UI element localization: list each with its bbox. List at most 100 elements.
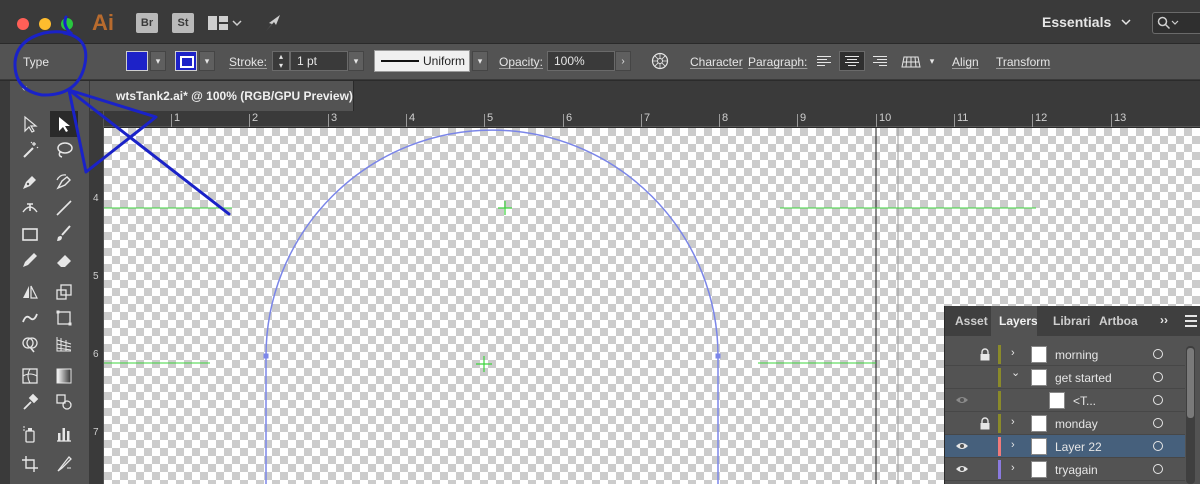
profile-dropdown[interactable]: ▾ [472, 51, 488, 71]
align-left-button[interactable] [812, 51, 838, 71]
eyedropper-tool[interactable] [16, 389, 44, 415]
warp-tool[interactable] [16, 305, 44, 331]
tab-libraries[interactable]: Librari [1045, 306, 1091, 336]
layers-scrollbar[interactable] [1186, 346, 1195, 484]
paragraph-panel-link[interactable]: Paragraph: [748, 55, 807, 69]
layer-row[interactable]: › tryagain [945, 458, 1185, 481]
layer-row[interactable]: › Layer 22 [945, 435, 1185, 458]
tab-layers[interactable]: Layers [991, 306, 1037, 336]
direct-selection-tool[interactable] [50, 111, 78, 137]
stroke-weight-dropdown[interactable]: ▾ [348, 51, 364, 71]
layer-target-circle[interactable] [1153, 464, 1163, 474]
tools-collapse-button[interactable]: « [22, 83, 28, 94]
window-minimize-button[interactable] [39, 18, 51, 30]
layer-target-circle[interactable] [1153, 395, 1163, 405]
pen-tool[interactable] [16, 169, 44, 195]
chevron-right-icon[interactable]: › [1011, 347, 1015, 359]
vertical-ruler[interactable]: 4 5 6 7 [90, 111, 104, 484]
stroke-weight-field[interactable]: 1 pt [290, 51, 348, 71]
opacity-field[interactable]: 100% [547, 51, 615, 71]
anchor-point[interactable] [715, 353, 721, 359]
layer-row[interactable]: › morning [945, 343, 1185, 366]
panel-menu-button[interactable] [1185, 315, 1197, 327]
chevron-right-icon[interactable]: › [1011, 416, 1015, 428]
selection-tool[interactable] [16, 111, 44, 137]
scale-tool[interactable] [50, 279, 78, 305]
center-point-marker [476, 356, 492, 372]
reflect-tool[interactable] [16, 279, 44, 305]
variable-width-profile-select[interactable]: Uniform [374, 50, 470, 72]
layer-target-circle[interactable] [1153, 418, 1163, 428]
lock-icon[interactable] [979, 417, 991, 430]
layer-target-circle[interactable] [1153, 349, 1163, 359]
ruler-tick-label: 7 [644, 112, 651, 124]
perspective-grid-button[interactable] [901, 52, 921, 72]
chevron-down-icon[interactable]: ⌄ [1011, 366, 1020, 379]
fill-dropdown[interactable]: ▾ [150, 51, 166, 71]
shaper-tool[interactable] [16, 247, 44, 273]
stroke-panel-link[interactable]: Stroke: [229, 55, 267, 69]
gradient-tool[interactable] [50, 363, 78, 389]
lock-icon[interactable] [979, 348, 991, 361]
line-segment-tool[interactable] [50, 195, 78, 221]
search-input[interactable] [1152, 12, 1200, 34]
chevron-right-icon[interactable]: › [1011, 462, 1015, 474]
shape-builder-tool[interactable] [16, 331, 44, 357]
stroke-weight-stepper[interactable]: ▴ ▾ [272, 51, 290, 71]
gpu-performance-button[interactable] [263, 12, 287, 34]
blend-tool[interactable] [50, 389, 78, 415]
mesh-tool[interactable] [16, 363, 44, 389]
panel-collapse-button[interactable]: ›› [1160, 313, 1168, 327]
eye-icon[interactable] [955, 440, 969, 452]
fill-color-swatch[interactable] [126, 51, 148, 71]
arch-path[interactable] [265, 129, 719, 484]
workspace-switcher[interactable]: Essentials [1042, 14, 1131, 30]
arrange-documents-button[interactable] [208, 14, 248, 32]
curvature-tool[interactable] [50, 169, 78, 195]
magic-wand-tool[interactable] [16, 137, 44, 163]
layer-target-circle[interactable] [1153, 372, 1163, 382]
stroke-color-swatch[interactable] [175, 51, 197, 71]
spray-can-icon [23, 426, 35, 443]
tab-artboards[interactable]: Artboa [1091, 306, 1141, 336]
layer-row[interactable]: ⌄ get started [945, 366, 1185, 389]
rectangle-tool[interactable] [16, 221, 44, 247]
horizontal-ruler[interactable]: 1 2 3 4 5 6 7 8 9 10 11 12 13 [104, 111, 1200, 127]
layer-row[interactable]: › monday [945, 412, 1185, 435]
character-panel-link[interactable]: Character [690, 55, 743, 69]
artboard-icon [22, 456, 38, 472]
perspective-grid-tool[interactable] [50, 331, 78, 357]
symbol-sprayer-tool[interactable] [16, 421, 44, 447]
tab-asset-export[interactable]: Asset [947, 306, 991, 336]
window-maximize-button[interactable] [61, 18, 73, 30]
lasso-tool[interactable] [50, 137, 78, 163]
anchor-point[interactable] [263, 353, 269, 359]
chevron-right-icon[interactable]: › [1011, 439, 1015, 451]
control-bar: Type ▾ ▾ Stroke: ▴ ▾ 1 pt ▾ Uniform ▾ Opa… [0, 44, 1200, 80]
chevron-down-icon [1121, 19, 1131, 26]
eye-icon[interactable] [955, 394, 969, 406]
eraser-tool[interactable] [50, 247, 78, 273]
stroke-color-dropdown[interactable]: ▾ [199, 51, 215, 71]
stock-button[interactable]: St [172, 13, 194, 33]
opacity-slider-button[interactable]: › [615, 51, 631, 71]
align-center-button[interactable] [839, 51, 865, 71]
paintbrush-tool[interactable] [50, 221, 78, 247]
window-close-button[interactable] [17, 18, 29, 30]
free-transform-tool[interactable] [50, 305, 78, 331]
slice-tool[interactable] [50, 451, 78, 477]
align-panel-link[interactable]: Align [952, 55, 979, 69]
layer-row[interactable]: <T... [945, 389, 1185, 412]
document-tab[interactable]: wtsTank2.ai* @ 100% (RGB/GPU Preview) [90, 81, 354, 111]
align-right-button[interactable] [866, 51, 892, 71]
transform-panel-link[interactable]: Transform [996, 55, 1050, 69]
opacity-panel-link[interactable]: Opacity: [499, 55, 543, 69]
artboard-tool[interactable] [16, 451, 44, 477]
column-graph-tool[interactable] [50, 421, 78, 447]
layer-target-circle[interactable] [1153, 441, 1163, 451]
grid-dropdown[interactable]: ▾ [924, 51, 940, 71]
eye-icon[interactable] [955, 463, 969, 475]
bridge-button[interactable]: Br [136, 13, 158, 33]
type-on-path-tool[interactable] [16, 195, 44, 221]
recolor-artwork-button[interactable] [651, 52, 669, 70]
